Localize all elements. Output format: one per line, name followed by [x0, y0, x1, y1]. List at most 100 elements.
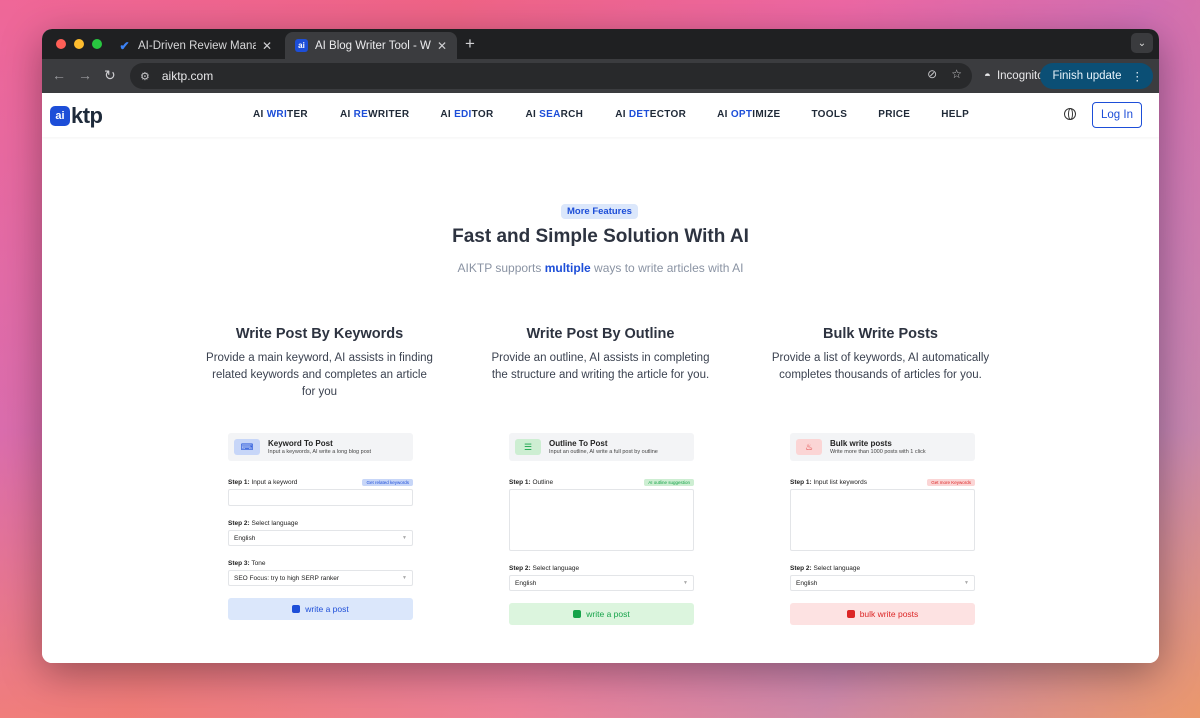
keyword-to-post-card: ⌨ Keyword To Post Input a keywords, AI w…	[228, 433, 413, 620]
close-window-button[interactable]	[56, 39, 66, 49]
nav-item-text: TOR	[471, 109, 494, 120]
bulk-write-posts-card: ♨ Bulk write posts Write more than 1000 …	[790, 433, 975, 625]
keywords-textarea[interactable]	[790, 489, 975, 551]
nav-item[interactable]: AI REWRITER	[340, 109, 409, 120]
tab-strip: ✔ AI-Driven Review Managemen ✕ ai AI Blo…	[42, 29, 1159, 59]
card-title: Bulk write posts	[830, 439, 892, 448]
reload-icon[interactable]: ↻	[104, 67, 116, 84]
outline-textarea[interactable]	[509, 489, 694, 551]
step-text: Input list keywords	[813, 479, 867, 486]
nav-item-text: AI	[615, 109, 629, 120]
site-header: ai ktp AI WRITER AI REWRITER AI EDITOR AI S…	[42, 93, 1159, 137]
get-related-keywords-button[interactable]: Get related keywords	[362, 479, 413, 486]
write-post-button[interactable]: write a post	[509, 603, 694, 625]
finish-update-button[interactable]: Finish update ⋮	[1040, 63, 1153, 89]
chevron-down-icon: ▼	[964, 580, 969, 586]
nav-item-text: EDI	[454, 109, 472, 120]
nav-item[interactable]: TOOLS	[811, 109, 847, 120]
aiktp-logo[interactable]: ai ktp	[50, 103, 103, 129]
step-2: Step 2: Select language	[790, 565, 975, 572]
nav-item[interactable]: PRICE	[878, 109, 910, 120]
button-label: bulk write posts	[859, 609, 919, 619]
tone-select[interactable]: SEO Focus: try to high SERP ranker ▼	[228, 570, 413, 586]
step-2: Step 2: Select language	[228, 520, 413, 527]
step-label: Step 2:	[509, 565, 531, 572]
nav-item-text: TOOLS	[811, 109, 848, 120]
ai-outline-suggestion-button[interactable]: AI outline suggestion	[644, 479, 694, 486]
nav-item-text: ECTOR	[649, 109, 687, 120]
tab-review-management[interactable]: ✔ AI-Driven Review Managemen ✕	[108, 32, 282, 59]
star-icon[interactable]: ☆	[951, 67, 962, 81]
back-arrow-icon[interactable]: ←	[52, 67, 66, 83]
more-features-badge: More Features	[561, 204, 638, 219]
step-1: Step 1: Input list keywords Get more Key…	[790, 479, 975, 486]
step-text: Input a keyword	[251, 479, 298, 486]
step-label: Step 1:	[790, 479, 812, 486]
url-text: aiktp.com	[161, 69, 214, 83]
step-text: Tone	[251, 560, 266, 567]
card-title: Outline To Post	[549, 439, 608, 448]
minimize-window-button[interactable]	[74, 39, 84, 49]
card-subtitle: Write more than 1000 posts with 1 click	[830, 449, 926, 455]
nav-item[interactable]: AI SEARCH	[525, 109, 583, 120]
robot-icon	[846, 610, 855, 618]
step-text: Outline	[532, 479, 554, 486]
select-value: SEO Focus: try to high SERP ranker	[234, 574, 340, 582]
eye-off-icon[interactable]: ⊘	[927, 67, 937, 81]
window-controls	[56, 39, 102, 49]
globe-icon[interactable]	[1064, 108, 1076, 120]
select-value: English	[234, 534, 256, 542]
subtitle-text: ways to write articles with AI	[590, 261, 744, 275]
incognito-icon: ◓	[984, 70, 991, 82]
nav-item-text: PRICE	[878, 109, 911, 120]
incognito-indicator[interactable]: ◓ Incognito	[984, 64, 1044, 88]
new-tab-button[interactable]: +	[465, 34, 475, 54]
step-label: Step 1:	[509, 479, 531, 486]
feature-title: Bulk Write Posts	[823, 326, 938, 342]
language-select[interactable]: English ▼	[790, 575, 975, 591]
nav-item-text: WRITER	[368, 109, 410, 120]
nav-item[interactable]: AI WRITER	[253, 109, 308, 120]
close-tab-icon[interactable]: ✕	[437, 39, 447, 53]
chevron-down-icon[interactable]: ⌄	[1131, 33, 1153, 53]
forward-arrow-icon[interactable]: →	[78, 67, 92, 83]
section-title: Fast and Simple Solution With AI	[452, 226, 749, 247]
nav-item[interactable]: AI DETECTOR	[615, 109, 686, 120]
nav-item-text: OPT	[730, 109, 753, 120]
language-select[interactable]: English ▼	[228, 530, 413, 546]
finish-update-label: Finish update	[1052, 70, 1122, 82]
step-1: Step 1: Outline AI outline suggestion	[509, 479, 694, 486]
nav-item-text: DET	[628, 109, 650, 120]
select-value: English	[515, 579, 537, 587]
feature-description: Provide an outline, AI assists in comple…	[491, 352, 710, 381]
feature-title: Write Post By Keywords	[235, 326, 404, 342]
feature-description: Provide a main keyword, AI assists in fi…	[206, 352, 433, 398]
chevron-down-icon: ▼	[683, 580, 688, 586]
bulk-write-posts-button[interactable]: bulk write posts	[790, 603, 975, 625]
card-header: ☰ Outline To Post Input an outline, AI w…	[509, 433, 694, 461]
keyword-input[interactable]	[228, 489, 413, 506]
more-vert-icon: ⋮	[1131, 71, 1144, 83]
card-title: Keyword To Post	[268, 439, 333, 448]
get-more-keywords-button[interactable]: Get more Keywords	[927, 479, 975, 486]
login-button[interactable]: Log In	[1092, 102, 1142, 128]
outline-to-post-card: ☰ Outline To Post Input an outline, AI w…	[509, 433, 694, 625]
zoom-window-button[interactable]	[92, 39, 102, 49]
address-bar[interactable]: ⚙ aiktp.com ⊘ ☆	[130, 63, 972, 89]
nav-item-text: HELP	[941, 109, 970, 120]
nav-item[interactable]: AI OPTIMIZE	[717, 109, 780, 120]
language-select[interactable]: English ▼	[509, 575, 694, 591]
nav-item[interactable]: AI EDITOR	[440, 109, 493, 120]
close-tab-icon[interactable]: ✕	[262, 39, 272, 53]
fire-icon: ♨	[796, 439, 822, 455]
subtitle-text: AIKTP supports	[457, 261, 545, 275]
write-post-button[interactable]: write a post	[228, 598, 413, 620]
robot-icon	[573, 610, 582, 618]
step-label: Step 1:	[228, 479, 250, 486]
card-header: ⌨ Keyword To Post Input a keywords, AI w…	[228, 433, 413, 461]
tab-blog-writer[interactable]: ai AI Blog Writer Tool - Write Co ✕	[285, 32, 457, 59]
step-label: Step 3:	[228, 560, 250, 567]
site-info-icon[interactable]: ⚙	[140, 70, 150, 83]
nav-item[interactable]: HELP	[941, 109, 969, 120]
feature-outline: Write Post By Outline Provide an outline…	[483, 326, 718, 384]
